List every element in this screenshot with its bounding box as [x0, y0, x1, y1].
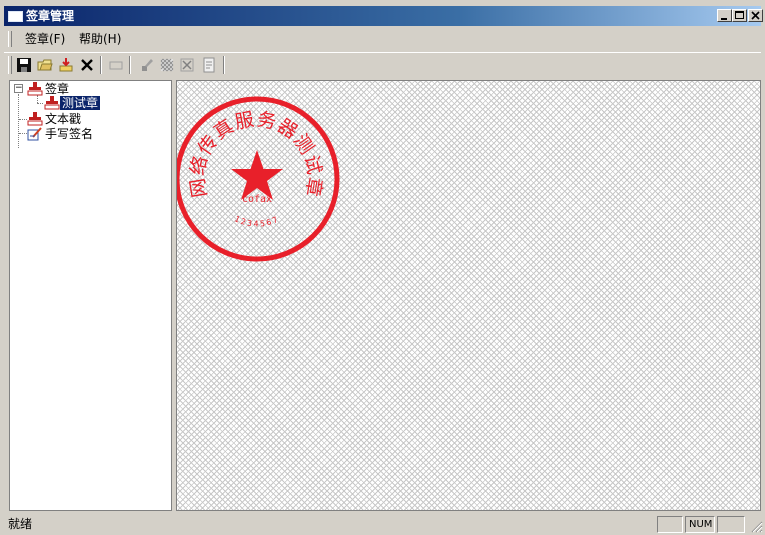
menu-help[interactable]: 帮助(H) — [76, 31, 124, 47]
minimize-button[interactable] — [717, 9, 732, 22]
delete-button[interactable] — [77, 55, 97, 75]
open-button[interactable] — [35, 55, 55, 75]
seal-center-text: cofax — [242, 194, 272, 205]
toolbar-grip[interactable] — [8, 56, 12, 74]
pattern-icon — [160, 58, 174, 72]
tree-node-text-stamp[interactable]: 文本戳 — [27, 112, 83, 126]
seal-stamp-icon — [44, 96, 60, 110]
window-title: 签章管理 — [26, 9, 75, 23]
delete-x-icon — [81, 59, 93, 71]
menu-grip[interactable] — [8, 31, 12, 47]
close-icon — [751, 11, 760, 20]
status-panel-num: NUM — [685, 516, 715, 533]
save-icon — [17, 58, 31, 72]
maximize-icon — [735, 11, 744, 19]
tree-line — [19, 119, 27, 120]
seal-canvas[interactable]: 网络传真服务器测试章 cofax 1234567 — [176, 80, 761, 511]
import-button[interactable] — [56, 55, 76, 75]
tree-node-seal[interactable]: 签章 — [27, 82, 71, 96]
status-text: 就绪 — [8, 517, 33, 531]
status-bar: 就绪 NUM — [0, 514, 765, 535]
tree-line — [18, 94, 19, 148]
status-panel-scroll — [717, 516, 745, 533]
seal-star-icon — [231, 150, 283, 200]
tree-line — [37, 103, 43, 104]
tree-label: 手写签名 — [45, 127, 94, 141]
app-icon[interactable] — [8, 11, 23, 22]
toolbar — [4, 52, 761, 77]
signature-pen-icon — [27, 127, 42, 141]
tree-line — [37, 95, 38, 103]
erase-icon — [180, 58, 194, 72]
seal-graphic: 网络传真服务器测试章 cofax 1234567 — [177, 96, 340, 262]
menu-bar: 签章(F) 帮助(H) — [4, 28, 761, 50]
open-folder-icon — [37, 59, 53, 71]
toolbar-separator — [129, 56, 131, 74]
tree-label-selected: 测试章 — [60, 96, 101, 110]
seal-bottom-text: 1234567 — [233, 214, 281, 228]
stamp-button[interactable] — [137, 55, 157, 75]
rectangle-icon — [109, 61, 123, 70]
collapse-toggle[interactable]: − — [14, 84, 23, 93]
tree-line — [19, 133, 27, 134]
menu-seal[interactable]: 签章(F) — [22, 31, 68, 47]
properties-icon — [203, 57, 215, 73]
save-button[interactable] — [14, 55, 34, 75]
close-button[interactable] — [748, 9, 763, 22]
seal-preview: 网络传真服务器测试章 cofax 1234567 — [177, 96, 340, 262]
import-icon — [59, 58, 73, 72]
title-bar[interactable]: 签章管理 — [4, 6, 763, 26]
pattern-button[interactable] — [157, 55, 177, 75]
status-panel-caps — [657, 516, 683, 533]
minimize-icon — [721, 18, 727, 20]
tree-node-test-seal[interactable]: 测试章 — [44, 96, 101, 110]
maximize-button[interactable] — [732, 9, 747, 22]
properties-button[interactable] — [199, 55, 219, 75]
tree-label: 文本戳 — [45, 112, 82, 126]
resize-grip-icon[interactable] — [751, 521, 763, 533]
stamp-tool-icon — [142, 59, 153, 71]
seal-stamp-icon — [27, 82, 43, 96]
toolbar-separator — [100, 56, 102, 74]
seal-stamp-icon — [27, 112, 43, 126]
tree-label: 签章 — [45, 82, 70, 96]
app-window: 签章管理 签章(F) 帮助(H) − 签章 测试章 文本戳 手写签名 网络传真服… — [0, 0, 765, 535]
erase-button[interactable] — [177, 55, 197, 75]
select-button[interactable] — [106, 55, 126, 75]
toolbar-separator — [223, 56, 225, 74]
tree-view[interactable]: − 签章 测试章 文本戳 手写签名 — [9, 80, 172, 511]
tree-node-handwritten-signature[interactable]: 手写签名 — [27, 127, 95, 141]
